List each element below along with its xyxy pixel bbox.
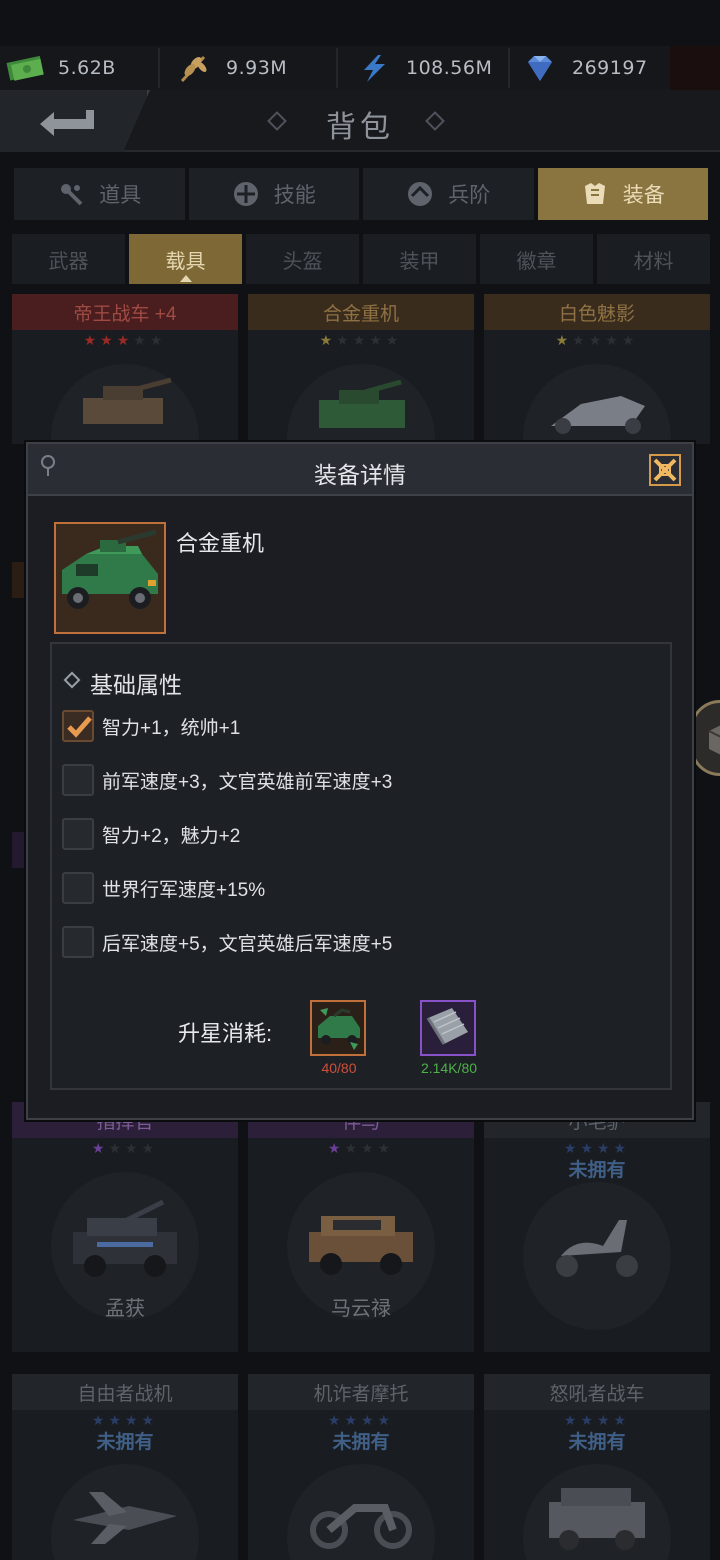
cost-item-steel[interactable] [420,1000,476,1056]
card-stars: ★★★★ [327,1412,395,1428]
attribute-row[interactable]: 前军速度+3，文官英雄前军速度+3 [62,762,392,798]
checkbox-unchecked[interactable] [62,926,94,958]
subtab-helmet[interactable]: 头盔 [246,234,359,284]
checkbox-unchecked[interactable] [62,872,94,904]
ownership-status: 未拥有 [96,1432,154,1453]
vehicle-card[interactable]: 合金重机 ★★★★★ [248,294,474,512]
card-name: 帝王战车 +4 [12,294,238,330]
subtab-badge[interactable]: 徽章 [480,234,593,284]
tab-items[interactable]: 道具 [14,168,185,220]
item-portrait [54,522,166,634]
vehicle-card[interactable]: 帝王战车 +4 ★★★★★ [12,294,238,512]
tab-equipment[interactable]: 装备 [537,168,708,220]
resource-energy[interactable]: 108.56M [338,46,508,90]
section-title: 基础属性 [90,672,182,698]
cash-icon [6,55,44,81]
card-stars: ★★★★ [91,1412,159,1428]
items-icon [61,184,83,206]
upgrade-cost-label: 升星消耗: [178,1021,273,1046]
tab-rank[interactable]: 兵阶 [363,168,534,220]
cost-item-fragment[interactable] [310,1000,366,1056]
page-title: 背包 [326,111,394,144]
equipment-detail-modal: 装备详情 合金重机 基础属性 智力+1，统帅+1 前军速度+3，文官英雄前军速度… [26,442,694,1120]
card-stars: ★★★★ [91,1140,159,1156]
attribute-row[interactable]: 后军速度+5，文官英雄后军速度+5 [62,924,392,960]
checkbox-unchecked[interactable] [62,764,94,796]
vehicle-card[interactable]: 指挥官 ★★★★ 孟获 [12,1102,238,1352]
ownership-status: 未拥有 [568,1160,626,1181]
subtab-weapon[interactable]: 武器 [12,234,125,284]
attribute-row[interactable]: 世界行军速度+15% [62,870,265,906]
equipment-icon [584,183,605,204]
skills-icon [233,182,258,206]
card-stars: ★★★★★ [319,332,403,348]
card-stars: ★★★★★ [555,332,639,348]
owner-name: 马云禄 [331,1298,391,1320]
resource-cash[interactable]: 5.62B [6,46,158,90]
owner-name: 孟获 [105,1298,145,1320]
card-stars: ★★★★ [327,1140,395,1156]
card-stars: ★★★★ [563,1412,631,1428]
vehicle-image [319,380,405,428]
card-name: 怒吼者战车 [484,1374,710,1410]
vehicle-image [73,1199,177,1277]
lightning-icon [364,55,385,82]
resource-bar: 5.62B 9.93M 108.56M 269197 [0,46,720,90]
attribute-row[interactable]: 智力+2，魅力+2 [62,816,240,852]
resource-diamond[interactable]: 269197 [510,46,670,90]
vehicle-card[interactable]: 白色魅影 ★★★★★ [484,294,710,512]
vehicle-image [310,1504,412,1549]
modal-title: 装备详情 [314,462,406,488]
subtab-armor[interactable]: 装甲 [363,234,476,284]
diamond-icon [528,56,552,81]
card-stars: ★★★★ [563,1140,631,1156]
ownership-status: 未拥有 [568,1432,626,1453]
main-tabs: 道具 技能 兵阶 装备 [14,168,708,220]
card-stars: ★★★★★ [83,332,167,348]
checkbox-checked[interactable] [62,710,94,742]
vehicle-card[interactable]: 怒吼者战车 ★★★★ 未拥有 [484,1374,710,1560]
vehicle-image [309,1216,413,1275]
vehicle-image [549,1488,645,1550]
resource-wheat[interactable]: 9.93M [160,46,336,90]
vehicle-image [73,1492,177,1544]
vehicle-card[interactable]: 自由者战机 ★★★★ 未拥有 [12,1374,238,1560]
modal-header: 装备详情 [28,444,692,496]
vehicle-image [556,1220,638,1277]
sub-tabs: 武器 载具 头盔 装甲 徽章 材料 [12,234,710,284]
steel-plate-icon [426,1008,468,1045]
vehicle-card[interactable]: 伴马 ★★★★ 马云禄 [248,1102,474,1352]
rank-icon [408,182,433,206]
chest-icon [708,725,720,755]
card-name: 机诈者摩托 [248,1374,474,1410]
vehicle-image [551,396,645,434]
side-chest-button[interactable] [690,700,720,776]
alloy-vehicle-icon [56,524,164,632]
subtab-vehicle[interactable]: 载具 [129,234,242,284]
resource-extra [670,46,720,90]
card-name: 白色魅影 [484,294,710,330]
item-name: 合金重机 [176,531,265,556]
wheat-icon [180,55,207,83]
vehicle-fragment-icon [318,1008,360,1050]
vehicle-image [83,377,172,424]
tab-skills[interactable]: 技能 [188,168,359,220]
ownership-status: 未拥有 [332,1432,390,1453]
card-name: 自由者战机 [12,1374,238,1410]
attribute-row[interactable]: 智力+1，统帅+1 [62,708,240,744]
checkbox-unchecked[interactable] [62,818,94,850]
checkmark-icon [67,716,92,738]
vehicle-card[interactable]: 小毛驴 ★★★★ 未拥有 [484,1102,710,1352]
subtab-material[interactable]: 材料 [597,234,710,284]
vehicle-card[interactable]: 机诈者摩托 ★★★★ 未拥有 [248,1374,474,1560]
close-icon[interactable] [648,453,682,487]
cost-amount: 40/80 [321,1060,357,1076]
cost-amount: 2.14K/80 [420,1060,478,1076]
card-name: 合金重机 [248,294,474,330]
header: 背包 [0,90,720,152]
